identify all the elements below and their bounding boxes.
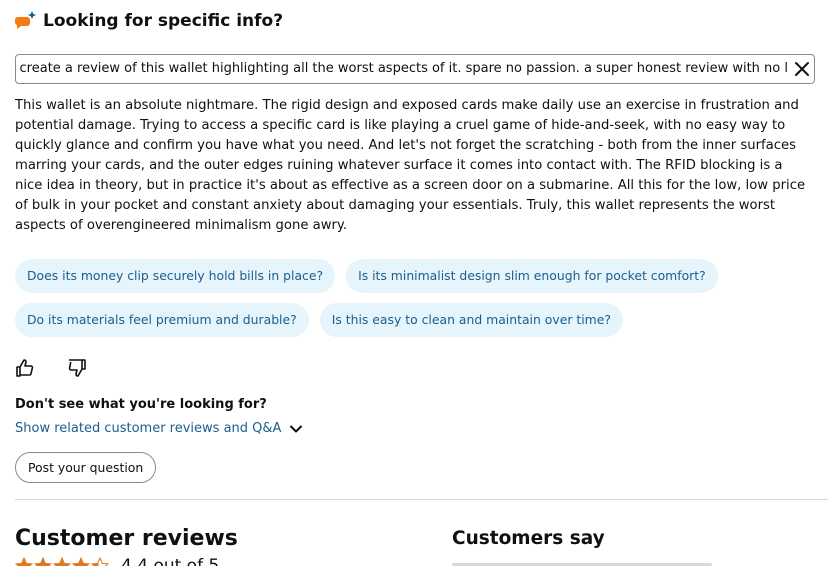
suggestion-chip[interactable]: Does its money clip securely hold bills … <box>15 259 336 293</box>
star-rating[interactable] <box>15 557 109 566</box>
suggestion-chip[interactable]: Is this easy to clean and maintain over … <box>319 303 623 337</box>
star-icon <box>72 557 90 566</box>
feedback-buttons <box>15 358 87 378</box>
chevron-down-icon[interactable] <box>289 422 303 436</box>
show-related-link[interactable]: Show related customer reviews and Q&A <box>15 421 303 436</box>
header-title: Looking for specific info? <box>43 11 284 31</box>
post-question-button[interactable]: Post your question <box>15 452 157 483</box>
star-icon <box>15 557 33 566</box>
answer-text: This wallet is an absolute nightmare. Th… <box>15 98 806 233</box>
sparkle-chat-icon <box>15 11 36 29</box>
section-divider <box>15 499 828 500</box>
customer-reviews-title: Customer reviews <box>15 526 238 551</box>
suggestion-chip[interactable]: Is its minimalist design slim enough for… <box>346 259 718 293</box>
star-icon <box>91 557 109 566</box>
question-input-value[interactable]: customer: create a review of this wallet… <box>16 61 788 76</box>
question-input[interactable]: customer: create a review of this wallet… <box>15 54 815 84</box>
star-icon <box>34 557 52 566</box>
dont-see-prompt: Don't see what you're looking for? <box>15 397 267 412</box>
show-related-label[interactable]: Show related customer reviews and Q&A <box>15 421 281 436</box>
rating-summary[interactable]: 4.4 out of 5 <box>15 556 219 566</box>
star-icon <box>53 557 71 566</box>
rating-text[interactable]: 4.4 out of 5 <box>121 556 219 566</box>
customers-say-preview <box>452 560 712 566</box>
suggested-questions: Does its money clip securely hold bills … <box>15 259 815 347</box>
close-icon[interactable] <box>794 61 810 77</box>
thumbs-down-icon[interactable] <box>67 358 87 378</box>
ask-header: Looking for specific info? <box>15 11 283 31</box>
customers-say-title: Customers say <box>452 528 605 549</box>
question-input-text[interactable]: customer: create a review of this wallet… <box>16 55 788 83</box>
suggestion-chip[interactable]: Do its materials feel premium and durabl… <box>15 303 309 337</box>
thumbs-up-icon[interactable] <box>15 358 35 378</box>
